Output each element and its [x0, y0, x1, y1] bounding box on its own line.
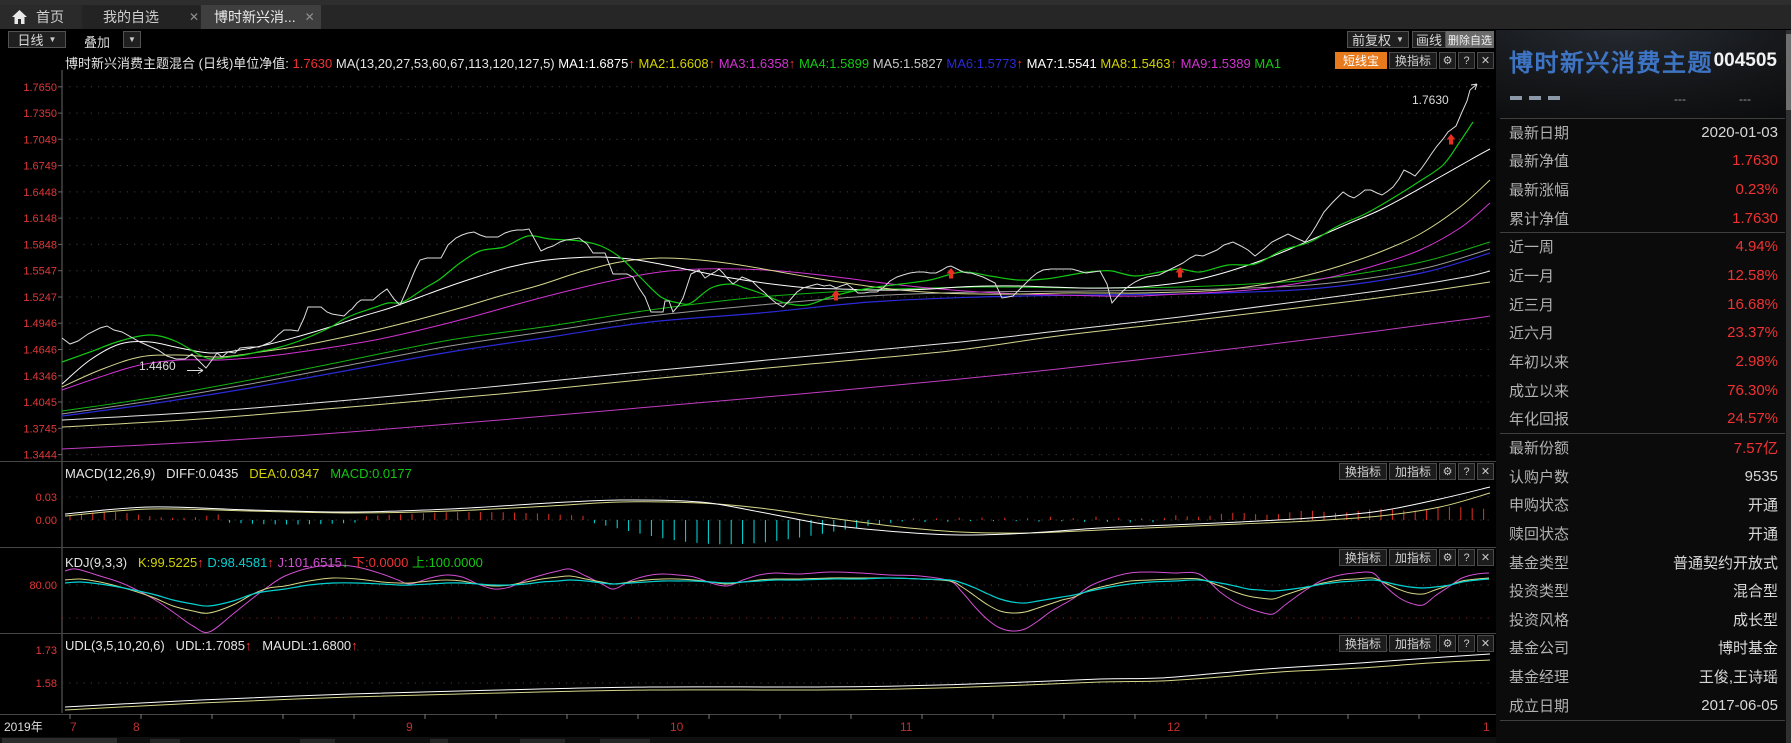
svg-text:1.3444: 1.3444: [23, 450, 57, 462]
svg-text:9: 9: [406, 720, 413, 734]
svg-text:7: 7: [70, 720, 77, 734]
svg-text:10: 10: [670, 720, 684, 734]
svg-text:1.7350: 1.7350: [23, 108, 57, 120]
svg-text:1.4045: 1.4045: [23, 397, 57, 409]
svg-text:2019年: 2019年: [4, 720, 43, 734]
svg-text:1: 1: [1483, 720, 1490, 734]
svg-text:8: 8: [133, 720, 140, 734]
svg-text:1.6749: 1.6749: [23, 161, 57, 173]
svg-text:1.5547: 1.5547: [23, 266, 57, 278]
svg-text:1.7650: 1.7650: [23, 82, 57, 94]
svg-text:1.7630: 1.7630: [1412, 93, 1449, 107]
svg-text:80.00: 80.00: [29, 580, 57, 592]
svg-text:1.58: 1.58: [36, 678, 57, 690]
svg-text:11: 11: [900, 720, 913, 734]
svg-text:1.73: 1.73: [36, 645, 57, 657]
svg-text:1.6148: 1.6148: [23, 213, 57, 225]
svg-text:1.4946: 1.4946: [23, 318, 57, 330]
svg-text:1.7049: 1.7049: [23, 134, 57, 146]
svg-text:1.4646: 1.4646: [23, 345, 57, 357]
svg-text:1.5848: 1.5848: [23, 239, 57, 251]
svg-text:1.4346: 1.4346: [23, 371, 57, 383]
svg-text:1.6448: 1.6448: [23, 187, 57, 199]
svg-text:1.3745: 1.3745: [23, 423, 57, 435]
svg-text:1.4460: 1.4460: [139, 359, 176, 373]
svg-text:1.5247: 1.5247: [23, 292, 57, 304]
svg-text:0.00: 0.00: [36, 515, 57, 527]
svg-text:12: 12: [1167, 720, 1181, 734]
svg-text:0.03: 0.03: [36, 492, 57, 504]
